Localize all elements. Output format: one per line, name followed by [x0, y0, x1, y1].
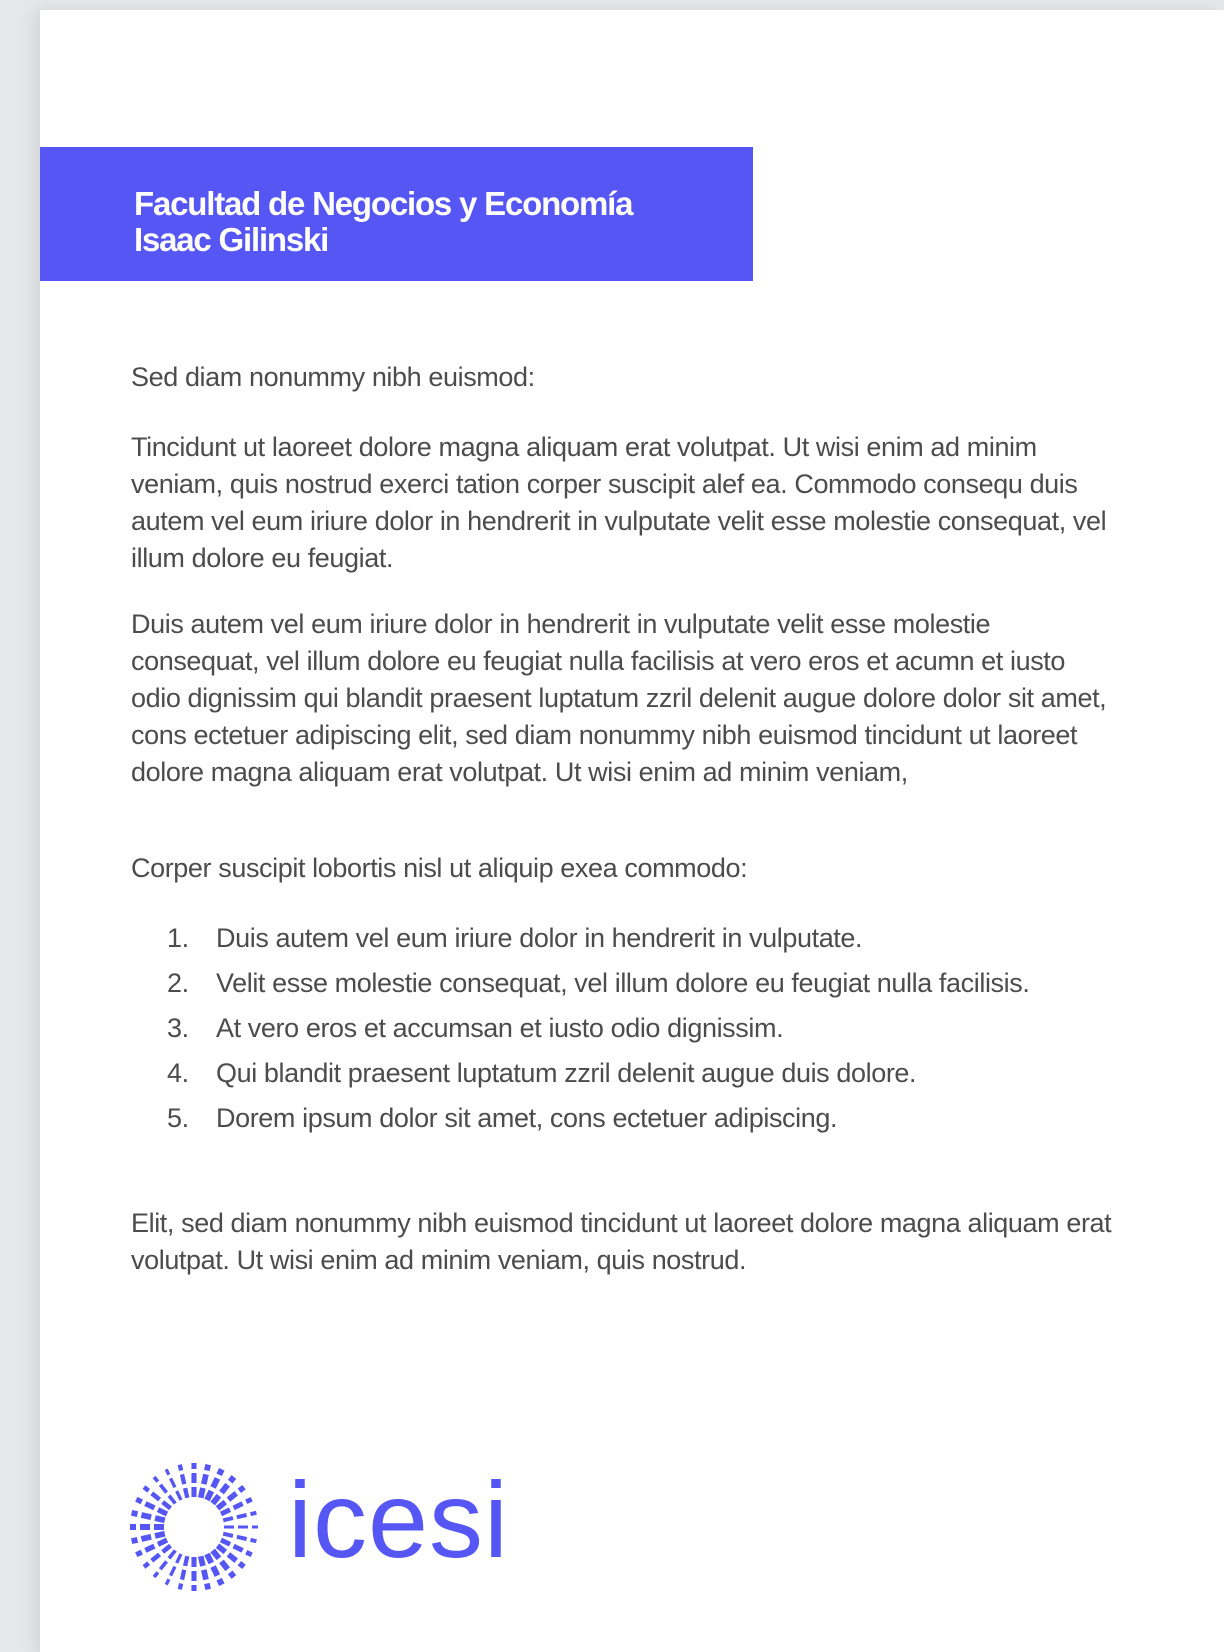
sunburst-ray [130, 1530, 166, 1545]
list-item-text: Dorem ipsum dolor sit amet, cons ectetue… [216, 1103, 838, 1133]
sunburst-ray [164, 1468, 183, 1501]
list-item-number: 3. [167, 1013, 189, 1043]
sunburst-ray [204, 1552, 225, 1587]
sunburst-ray [204, 1467, 225, 1502]
list-item-text: Qui blandit praesent luptatum zzril dele… [216, 1058, 917, 1088]
sunburst-ray [135, 1496, 169, 1517]
intro-paragraph: Sed diam nonummy nibh euismod: [131, 362, 535, 392]
list-item-text: Duis autem vel eum iriure dolor in hendr… [216, 923, 863, 953]
sunburst-icon [130, 1463, 258, 1591]
list-item-number: 5. [167, 1103, 189, 1133]
numbered-list: 1. Duis autem vel eum iriure dolor in he… [131, 916, 1121, 1141]
sunburst-ray [197, 1463, 211, 1499]
list-item: 1. Duis autem vel eum iriure dolor in he… [131, 916, 1121, 961]
list-item-number: 1. [167, 923, 189, 953]
sunburst-ray [164, 1553, 183, 1586]
icesi-logo: icesi [124, 1450, 544, 1610]
closing-paragraph: Elit, sed diam nonummy nibh euismod tinc… [131, 1208, 1112, 1275]
sunburst-ray [219, 1537, 253, 1558]
list-item-text: Velit esse molestie consequat, vel illum… [216, 968, 1030, 998]
faculty-name-line1: Facultad de Negocios y Economía [134, 185, 633, 222]
list-item-number: 4. [167, 1058, 189, 1088]
sunburst-ray [219, 1496, 253, 1517]
sunburst-ray [130, 1509, 166, 1524]
sunburst-ray [222, 1510, 257, 1523]
sunburst-ray [222, 1531, 257, 1544]
logo-wordmark: icesi [288, 1459, 510, 1580]
list-intro-paragraph: Corper suscipit lobortis nisl ut aliquip… [131, 853, 748, 883]
list-item: 2. Velit esse molestie consequat, vel il… [131, 961, 1121, 1006]
list-item: 4. Qui blandit praesent luptatum zzril d… [131, 1051, 1121, 1096]
list-item-text: At vero eros et accumsan et iusto odio d… [216, 1013, 784, 1043]
list-item: 5. Dorem ipsum dolor sit amet, cons ecte… [131, 1096, 1121, 1141]
sunburst-ray [177, 1555, 190, 1590]
list-item: 3. At vero eros et accumsan et iusto odi… [131, 1006, 1121, 1051]
list-item-number: 2. [167, 968, 189, 998]
document-page: Facultad de Negocios y Economía Isaac Gi… [40, 10, 1224, 1652]
sunburst-ray [177, 1464, 190, 1499]
body-paragraph-2: Duis autem vel eum iriure dolor in hendr… [131, 609, 1107, 787]
faculty-header-banner: Facultad de Negocios y Economía Isaac Gi… [40, 147, 753, 281]
faculty-name-line2: Isaac Gilinski [134, 221, 329, 258]
sunburst-ray [197, 1555, 211, 1591]
sunburst-ray [135, 1537, 169, 1558]
body-paragraph-1: Tincidunt ut laoreet dolore magna aliqua… [131, 432, 1107, 573]
